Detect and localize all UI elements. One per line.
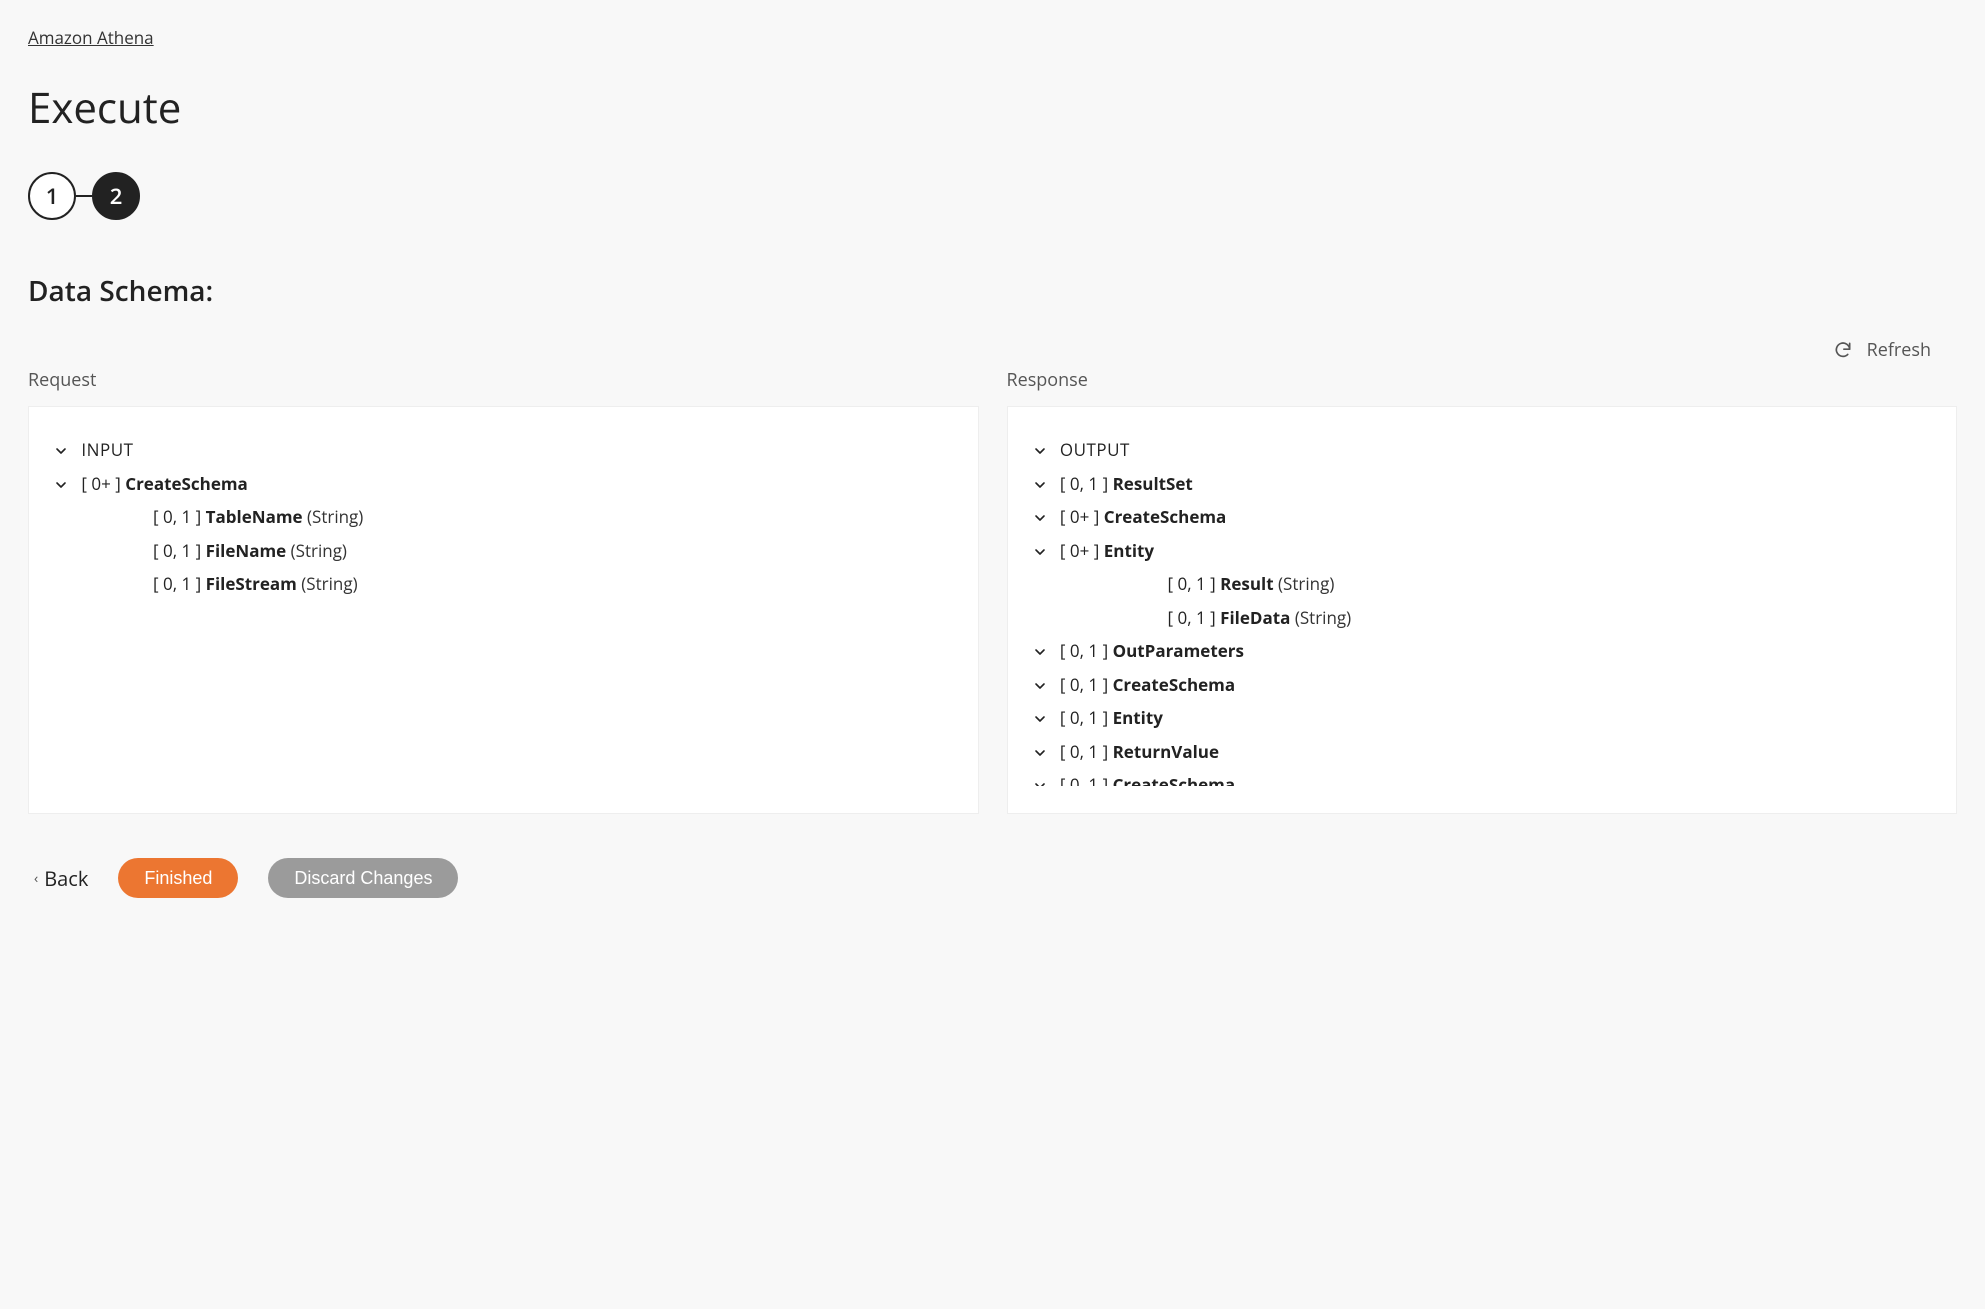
node-name: FileData	[1220, 606, 1290, 629]
node-name: ResultSet	[1113, 472, 1193, 495]
tree-node-output[interactable]: OUTPUT	[1032, 433, 1933, 467]
cardinality: [ 0, 1 ]	[1060, 472, 1108, 495]
cardinality: [ 0+ ]	[1060, 505, 1099, 528]
tree-node-outparameters[interactable]: [ 0, 1 ] OutParameters	[1032, 634, 1933, 668]
chevron-down-icon	[1032, 672, 1048, 698]
node-type: (String)	[1295, 606, 1351, 629]
stepper: 1 2	[28, 172, 1957, 220]
tree-node-op-entity[interactable]: [ 0, 1 ] Entity	[1032, 701, 1933, 735]
chevron-down-icon	[1032, 538, 1048, 564]
tree-label: INPUT	[81, 438, 133, 461]
node-name: CreateSchema	[125, 472, 248, 495]
tree-node-tablename[interactable]: [ 0, 1 ] TableName (String)	[53, 500, 954, 534]
node-name: CreateSchema	[1113, 673, 1236, 696]
page-title: Execute	[28, 79, 1957, 136]
discard-button[interactable]: Discard Changes	[268, 858, 458, 898]
tree-node-rv-createschema[interactable]: [ 0, 1 ] CreateSchema	[1032, 768, 1933, 786]
tree-node-createschema[interactable]: [ 0+ ] CreateSchema	[53, 467, 954, 501]
chevron-down-icon	[1032, 437, 1048, 463]
back-button[interactable]: ‹ Back	[34, 865, 88, 892]
response-label: Response	[1007, 368, 1958, 392]
cardinality: [ 0+ ]	[81, 472, 120, 495]
node-name: FileName	[206, 539, 287, 562]
tree-node-rs-result[interactable]: [ 0, 1 ] Result (String)	[1032, 567, 1933, 601]
cardinality: [ 0, 1 ]	[1060, 706, 1108, 729]
tree-node-returnvalue[interactable]: [ 0, 1 ] ReturnValue	[1032, 735, 1933, 769]
response-panel: OUTPUT [ 0, 1 ] ResultSet [ 0+ ] CreateS…	[1007, 406, 1958, 814]
cardinality: [ 0+ ]	[1060, 539, 1099, 562]
cardinality: [ 0, 1 ]	[1168, 572, 1216, 595]
node-type: (String)	[1278, 572, 1334, 595]
chevron-down-icon	[1032, 471, 1048, 497]
step-connector	[76, 195, 92, 197]
node-name: CreateSchema	[1113, 773, 1236, 786]
cardinality: [ 0, 1 ]	[1060, 773, 1108, 786]
tree-node-resultset[interactable]: [ 0, 1 ] ResultSet	[1032, 467, 1933, 501]
node-name: FileStream	[206, 572, 297, 595]
cardinality: [ 0, 1 ]	[1060, 740, 1108, 763]
breadcrumb-link[interactable]: Amazon Athena	[28, 26, 154, 49]
node-type: (String)	[307, 505, 363, 528]
refresh-button[interactable]: Refresh	[1833, 338, 1931, 362]
node-name: CreateSchema	[1104, 505, 1227, 528]
chevron-down-icon	[53, 471, 69, 497]
chevron-left-icon: ‹	[34, 869, 38, 888]
section-title: Data Schema:	[28, 272, 1957, 310]
tree-node-rs-filedata[interactable]: [ 0, 1 ] FileData (String)	[1032, 601, 1933, 635]
chevron-down-icon	[1032, 772, 1048, 786]
chevron-down-icon	[1032, 504, 1048, 530]
step-2[interactable]: 2	[92, 172, 140, 220]
tree-label: OUTPUT	[1060, 438, 1130, 461]
chevron-down-icon	[1032, 705, 1048, 731]
chevron-down-icon	[53, 437, 69, 463]
tree-node-filestream[interactable]: [ 0, 1 ] FileStream (String)	[53, 567, 954, 601]
chevron-down-icon	[1032, 638, 1048, 664]
node-type: (String)	[291, 539, 347, 562]
cardinality: [ 0, 1 ]	[153, 505, 201, 528]
cardinality: [ 0, 1 ]	[153, 572, 201, 595]
node-name: Entity	[1113, 706, 1163, 729]
back-label: Back	[44, 865, 88, 892]
node-type: (String)	[301, 572, 357, 595]
node-name: TableName	[206, 505, 303, 528]
tree-node-rs-entity[interactable]: [ 0+ ] Entity	[1032, 534, 1933, 568]
node-name: OutParameters	[1113, 639, 1244, 662]
step-1[interactable]: 1	[28, 172, 76, 220]
node-name: Entity	[1104, 539, 1154, 562]
request-label: Request	[28, 368, 979, 392]
node-name: ReturnValue	[1113, 740, 1219, 763]
cardinality: [ 0, 1 ]	[1060, 639, 1108, 662]
cardinality: [ 0, 1 ]	[1168, 606, 1216, 629]
tree-node-op-createschema[interactable]: [ 0, 1 ] CreateSchema	[1032, 668, 1933, 702]
refresh-icon	[1833, 340, 1853, 360]
refresh-label: Refresh	[1867, 338, 1931, 362]
request-panel: INPUT [ 0+ ] CreateSchema [ 0, 1 ] Table…	[28, 406, 979, 814]
node-name: Result	[1220, 572, 1273, 595]
tree-node-input[interactable]: INPUT	[53, 433, 954, 467]
cardinality: [ 0, 1 ]	[1060, 673, 1108, 696]
tree-node-rs-createschema[interactable]: [ 0+ ] CreateSchema	[1032, 500, 1933, 534]
chevron-down-icon	[1032, 739, 1048, 765]
finished-button[interactable]: Finished	[118, 858, 238, 898]
cardinality: [ 0, 1 ]	[153, 539, 201, 562]
tree-node-filename[interactable]: [ 0, 1 ] FileName (String)	[53, 534, 954, 568]
